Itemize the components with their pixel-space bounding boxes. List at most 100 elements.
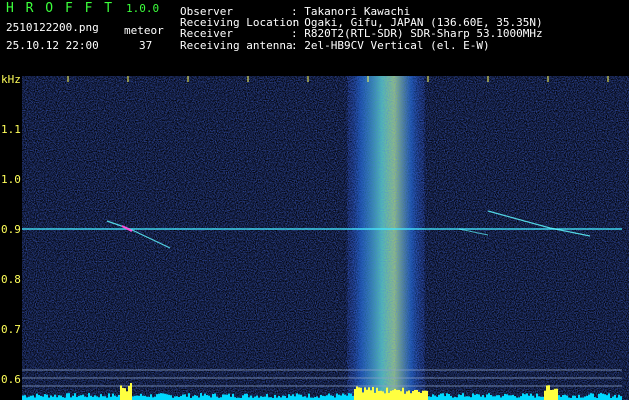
level-bar [404,393,406,400]
level-bar [264,396,266,400]
level-bar [226,394,228,400]
level-bar [378,390,380,400]
level-bar [478,394,480,400]
level-bar [130,383,132,400]
noise-field [22,76,629,400]
level-bar [186,396,188,400]
level-bar [142,395,144,400]
level-bar [164,393,166,400]
level-bar [442,393,444,400]
level-bar [208,395,210,400]
level-bar [332,395,334,400]
level-bar [132,396,134,400]
level-bar [360,387,362,400]
level-bar [406,391,408,400]
level-bar [476,394,478,400]
level-bar [170,395,172,400]
level-bar [494,396,496,400]
level-bar [96,396,98,400]
level-bar [42,396,44,400]
level-bar [590,393,592,400]
level-bar [386,387,388,400]
level-bar [574,395,576,400]
level-bar [578,394,580,400]
level-bar [288,394,290,400]
info-value-antenna: : 2el-HB9CV Vertical (el. E-W) [291,39,490,52]
level-bar [188,393,190,400]
level-bar [368,387,370,400]
level-bar [474,394,476,400]
level-bar [54,394,56,400]
level-bar [546,385,548,400]
level-bar [350,393,352,400]
level-bar [602,393,604,400]
level-bar [366,389,368,400]
level-bar [528,395,530,400]
level-bar [606,395,608,400]
level-bar [354,388,356,400]
level-bar [346,395,348,400]
level-bar [232,393,234,400]
level-bar [72,395,74,400]
level-bar [278,395,280,400]
level-bar [40,395,42,400]
level-bar [450,395,452,400]
level-bar [80,395,82,400]
level-bar [614,394,616,400]
level-bar [558,395,560,400]
level-bar [256,395,258,400]
level-bar [556,388,558,400]
level-bar [336,393,338,400]
y-tick-label: 0.7 [1,323,21,336]
level-bar [464,396,466,400]
level-bar [342,393,344,400]
level-bar [384,393,386,400]
level-bar [326,395,328,400]
level-bar [410,393,412,400]
level-bar [206,395,208,400]
level-bar [348,393,350,400]
level-bar [586,395,588,400]
level-bar [538,396,540,400]
level-bar [166,394,168,400]
level-bar [60,395,62,400]
level-bar [396,390,398,400]
level-bar [118,394,120,400]
level-bar [196,395,198,400]
level-bar [382,391,384,400]
level-bar [544,390,546,400]
date-time: 25.10.12 22:00 [6,39,99,52]
level-bar [154,396,156,400]
level-bar [112,393,114,400]
level-bar [446,393,448,400]
level-bar [120,385,122,400]
level-bar [458,394,460,400]
level-bar [260,396,262,400]
level-bar [212,394,214,400]
level-bar [90,395,92,400]
level-bar [24,395,26,400]
level-bar [444,396,446,400]
info-label-antenna: Receiving antenna [180,39,293,52]
level-bar [320,394,322,400]
level-bar [84,396,86,400]
level-bar [122,387,124,400]
level-bar [316,396,318,400]
level-bar [322,395,324,400]
level-bar [420,392,422,400]
level-bar [496,395,498,400]
level-bar [102,396,104,400]
level-bar [22,395,24,400]
level-bar [562,395,564,400]
level-bar [392,390,394,400]
level-bar [522,393,524,400]
level-bar [292,394,294,400]
level-bar [428,396,430,400]
level-bar [600,393,602,400]
level-bar [82,394,84,400]
level-bar [502,396,504,400]
app-version: 1.0.0 [126,2,160,15]
level-bar [30,395,32,400]
level-bar [46,394,48,400]
level-bar [588,394,590,400]
